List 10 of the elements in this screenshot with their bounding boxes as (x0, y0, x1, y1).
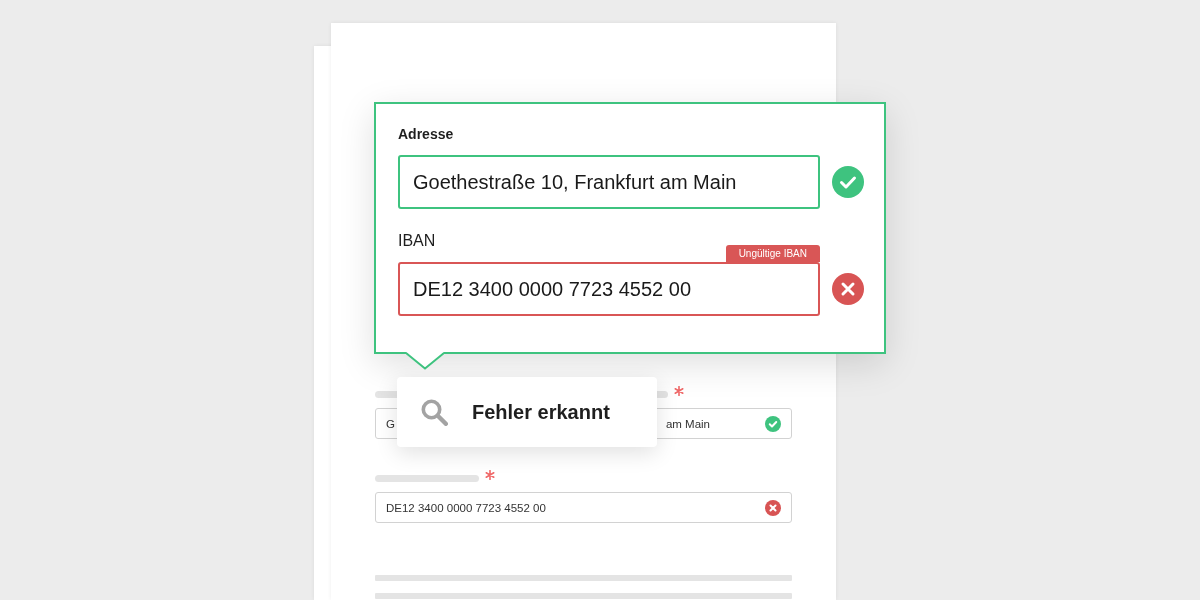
input-field[interactable]: DE12 3400 0000 7723 4552 00 (375, 492, 792, 523)
error-tag: Ungültige IBAN (725, 245, 820, 262)
tooltip-text: Fehler erkannt (472, 400, 610, 424)
search-icon (421, 398, 448, 426)
field-label: Adresse (398, 125, 454, 144)
input-field[interactable]: DE12 3400 0000 7723 4552 00 (398, 262, 820, 316)
field-label: IBAN (398, 231, 436, 251)
input-field[interactable]: Goethestraße 10, Frankfurt am Main (398, 155, 820, 209)
field-text: am Main (665, 417, 710, 430)
field-text: G (386, 417, 395, 430)
